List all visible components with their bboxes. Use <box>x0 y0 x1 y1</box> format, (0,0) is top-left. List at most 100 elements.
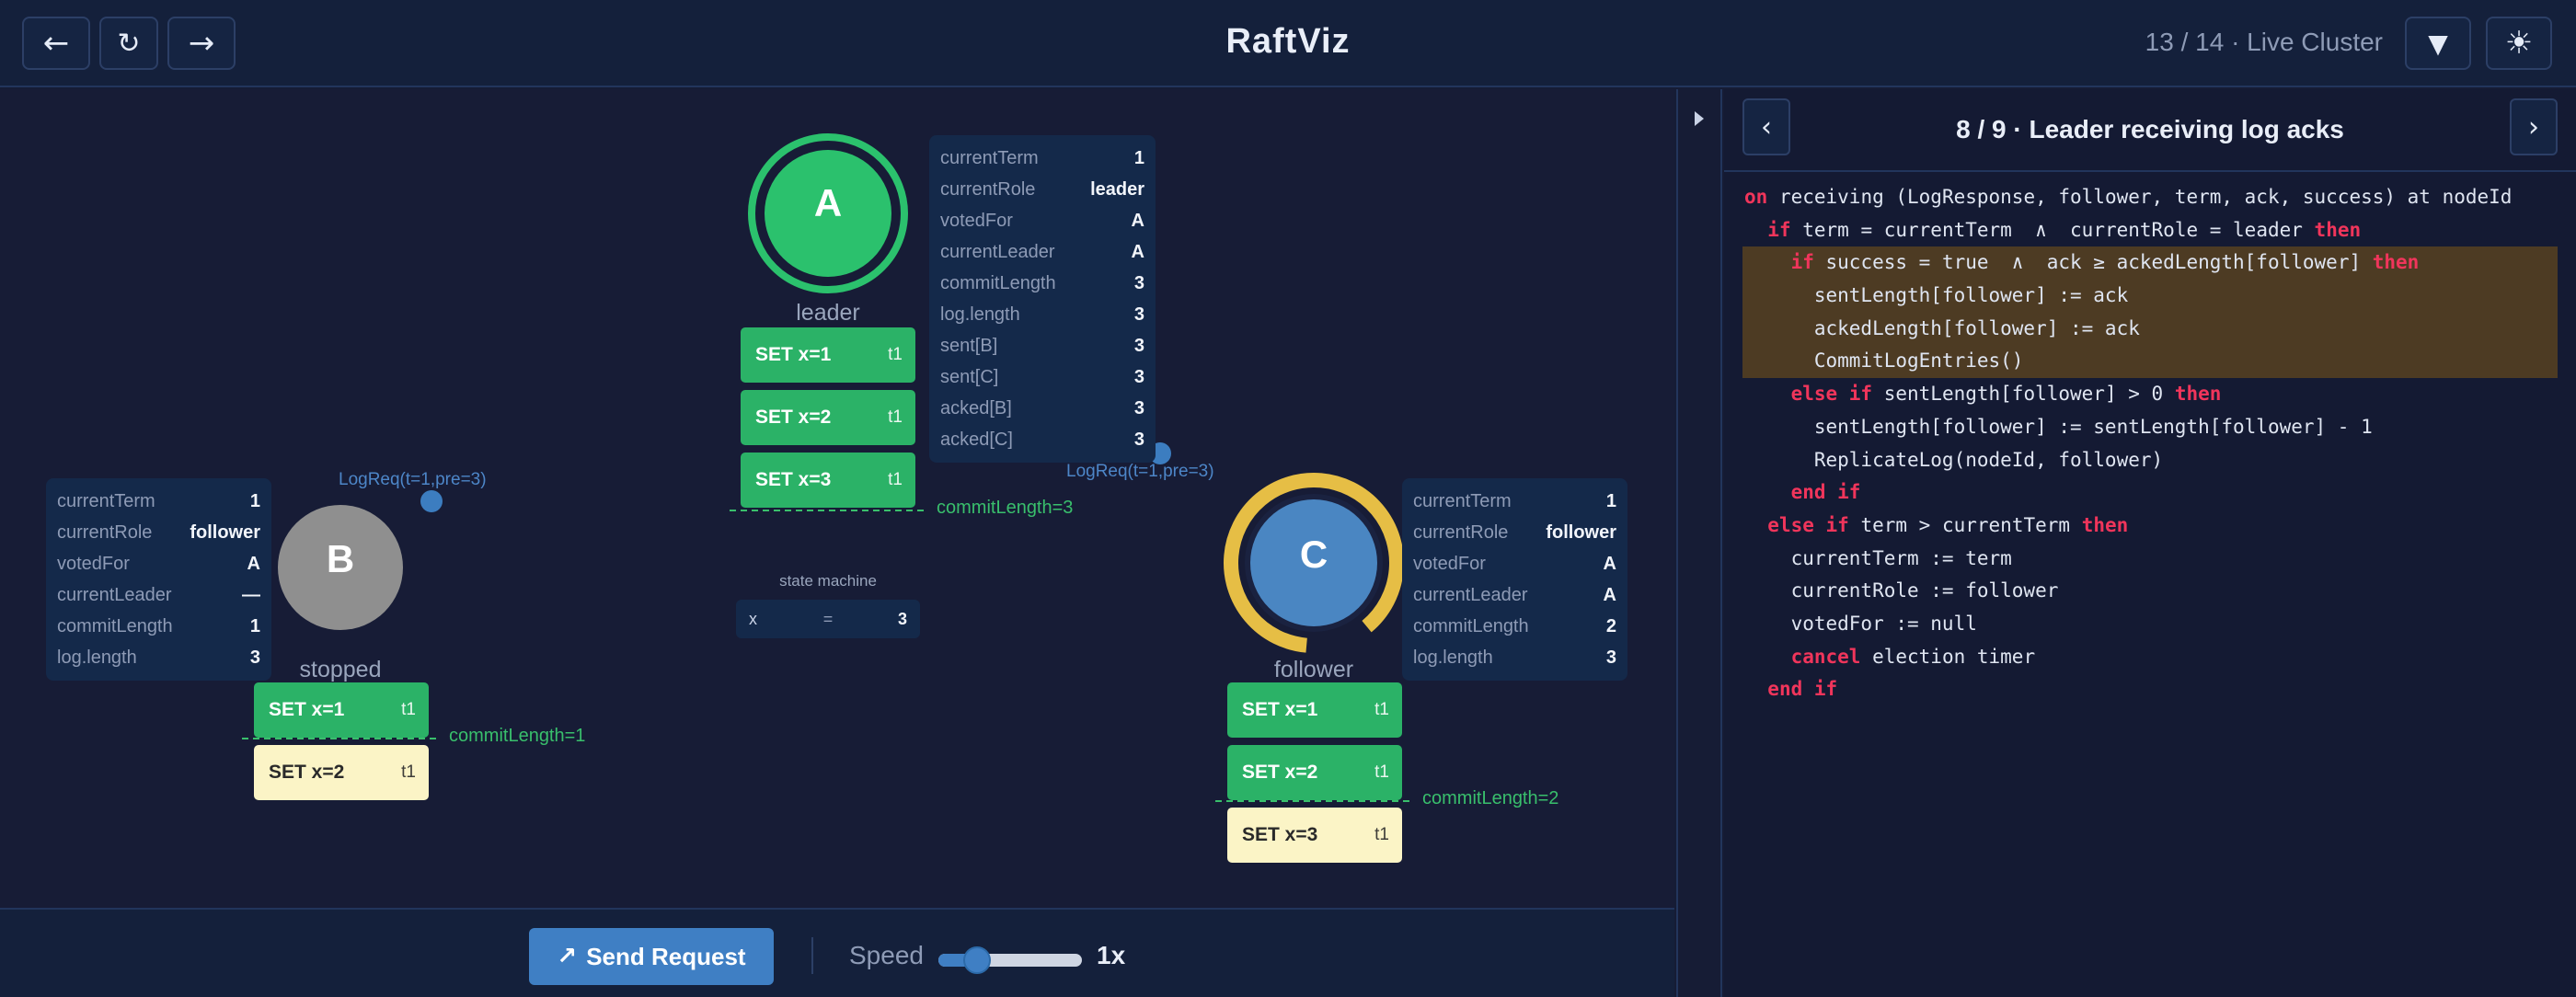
back-button[interactable]: ← <box>22 17 90 70</box>
speed-slider[interactable] <box>938 954 1082 967</box>
node-c-commit-label: commitLength=2 <box>1422 788 1559 808</box>
info-value: 1 <box>249 490 260 511</box>
speed-slider-thumb[interactable] <box>963 946 992 974</box>
info-value: A <box>247 553 260 574</box>
send-request-button[interactable]: ↗ Send Request <box>529 928 774 985</box>
info-key: votedFor <box>57 553 130 574</box>
prev-step-button[interactable]: ‹ <box>1742 98 1790 155</box>
info-value: 3 <box>1605 647 1616 668</box>
log-term: t1 <box>1374 700 1389 719</box>
send-request-label: Send Request <box>586 942 746 970</box>
info-key: currentRole <box>57 521 153 543</box>
top-bar: ← ↻ → RaftViz 13 / 14 · Live Cluster ▼ ☀ <box>0 0 2576 87</box>
log-command: SET x=1 <box>755 344 832 365</box>
code-text: sentLength[follower] > 0 <box>1872 383 2175 406</box>
log-entry[interactable]: SET x=3 t1 <box>1227 808 1402 863</box>
info-row: log.length 3 <box>57 642 260 673</box>
code-keyword: on <box>1744 186 1768 208</box>
next-step-button[interactable]: › <box>2510 98 2558 155</box>
info-row: log.length 3 <box>940 299 1144 330</box>
message-to-b-dot[interactable] <box>420 490 443 512</box>
node-b-role-label: stopped <box>299 657 382 682</box>
info-value: 1 <box>1605 490 1616 511</box>
code-keyword: then <box>2372 251 2420 274</box>
code-keyword: then <box>2314 218 2362 241</box>
code-keyword: cancel <box>1790 645 1861 668</box>
info-key: currentTerm <box>940 147 1039 168</box>
node-b-commit-label: commitLength=1 <box>449 726 586 746</box>
code-line: else if term > currentTerm then <box>1742 510 2558 543</box>
info-row: acked[C] 3 <box>940 424 1144 455</box>
filter-button[interactable]: ▼ <box>2405 17 2471 70</box>
message-to-b-label: LogReq(t=1,pre=3) <box>339 470 487 489</box>
speed-label: Speed <box>849 941 924 969</box>
code-line: if term = currentTerm ∧ currentRole = le… <box>1742 214 2558 247</box>
log-command: SET x=3 <box>1242 824 1318 845</box>
log-entry[interactable]: SET x=2 t1 <box>741 390 915 445</box>
code-text: receiving (LogResponse, follower, term, … <box>1767 186 2513 208</box>
code-line: cancel election timer <box>1742 641 2558 674</box>
collapse-panel-toggle[interactable] <box>1676 89 1722 997</box>
code-keyword: then <box>2174 383 2222 406</box>
pseudocode-header: ‹ 8 / 9 · Leader receiving log acks › <box>1724 89 2576 172</box>
info-value: A <box>1131 210 1144 231</box>
info-key: currentLeader <box>57 584 172 605</box>
arrow-up-right-icon: ↗ <box>557 943 578 970</box>
info-row: votedFor A <box>940 205 1144 236</box>
log-entry[interactable]: SET x=1 t1 <box>1227 682 1402 738</box>
log-entry[interactable]: SET x=1 t1 <box>741 327 915 383</box>
info-row: acked[B] 3 <box>940 393 1144 424</box>
node-a-commit-label: commitLength=3 <box>937 498 1074 518</box>
code-text: sentLength[follower] := sentLength[follo… <box>1744 415 2373 438</box>
log-term: t1 <box>888 345 903 364</box>
pseudocode-step-title: 8 / 9 · Leader receiving log acks <box>1956 115 2344 143</box>
code-text: term = currentTerm ∧ currentRole = leade… <box>1790 218 2315 241</box>
log-entry[interactable]: SET x=1 t1 <box>254 682 429 738</box>
state-machine-key: x <box>749 609 757 628</box>
state-machine-row: x = 3 <box>736 600 920 638</box>
code-keyword: else if <box>1790 383 1873 406</box>
cluster-canvas: A B C leader stopped follower currentTer… <box>0 89 1674 908</box>
code-text: term > currentTerm <box>1848 513 2082 536</box>
chevron-left-icon: ‹ <box>1761 110 1772 143</box>
forward-button[interactable]: → <box>167 17 236 70</box>
code-text: sentLength[follower] := ack <box>1744 284 2129 307</box>
log-term: t1 <box>401 762 416 782</box>
info-value: 3 <box>1133 397 1144 418</box>
info-value: 3 <box>1133 272 1144 293</box>
arrow-right-icon: → <box>188 25 215 62</box>
log-command: SET x=2 <box>755 407 832 428</box>
bottom-controls-bar: ↗ Send Request Speed 1x <box>0 908 1674 997</box>
theme-toggle-button[interactable]: ☀ <box>2486 17 2552 70</box>
info-row: votedFor A <box>1413 548 1616 579</box>
code-text: election timer <box>1860 645 2036 668</box>
code-line: currentRole := follower <box>1742 575 2558 608</box>
log-term: t1 <box>1374 825 1389 844</box>
reload-icon: ↻ <box>117 27 141 60</box>
info-key: log.length <box>940 304 1020 325</box>
reload-button[interactable]: ↻ <box>99 17 158 70</box>
info-row: currentRole leader <box>940 174 1144 205</box>
info-row: commitLength 3 <box>940 268 1144 299</box>
code-text: votedFor := null <box>1744 612 1977 635</box>
code-line: sentLength[follower] := sentLength[follo… <box>1742 411 2558 444</box>
info-row: sent[C] 3 <box>940 361 1144 393</box>
info-row: currentTerm 1 <box>940 143 1144 174</box>
scenario-step-label: 13 / 14 · Live Cluster <box>2145 28 2383 56</box>
log-entry[interactable]: SET x=2 t1 <box>254 745 429 800</box>
log-command: SET x=1 <box>269 699 345 720</box>
info-value: 1 <box>249 615 260 636</box>
log-term: t1 <box>888 407 903 427</box>
log-entry[interactable]: SET x=3 t1 <box>741 453 915 508</box>
state-machine-value: 3 <box>897 609 907 628</box>
log-entry[interactable]: SET x=2 t1 <box>1227 745 1402 800</box>
info-value: leader <box>1090 178 1144 200</box>
code-text: currentRole := follower <box>1744 579 2059 602</box>
info-value: A <box>1131 241 1144 262</box>
code-line: ackedLength[follower] := ack <box>1742 312 2558 346</box>
code-line: if success = true ∧ ack ≥ ackedLength[fo… <box>1742 246 2558 281</box>
